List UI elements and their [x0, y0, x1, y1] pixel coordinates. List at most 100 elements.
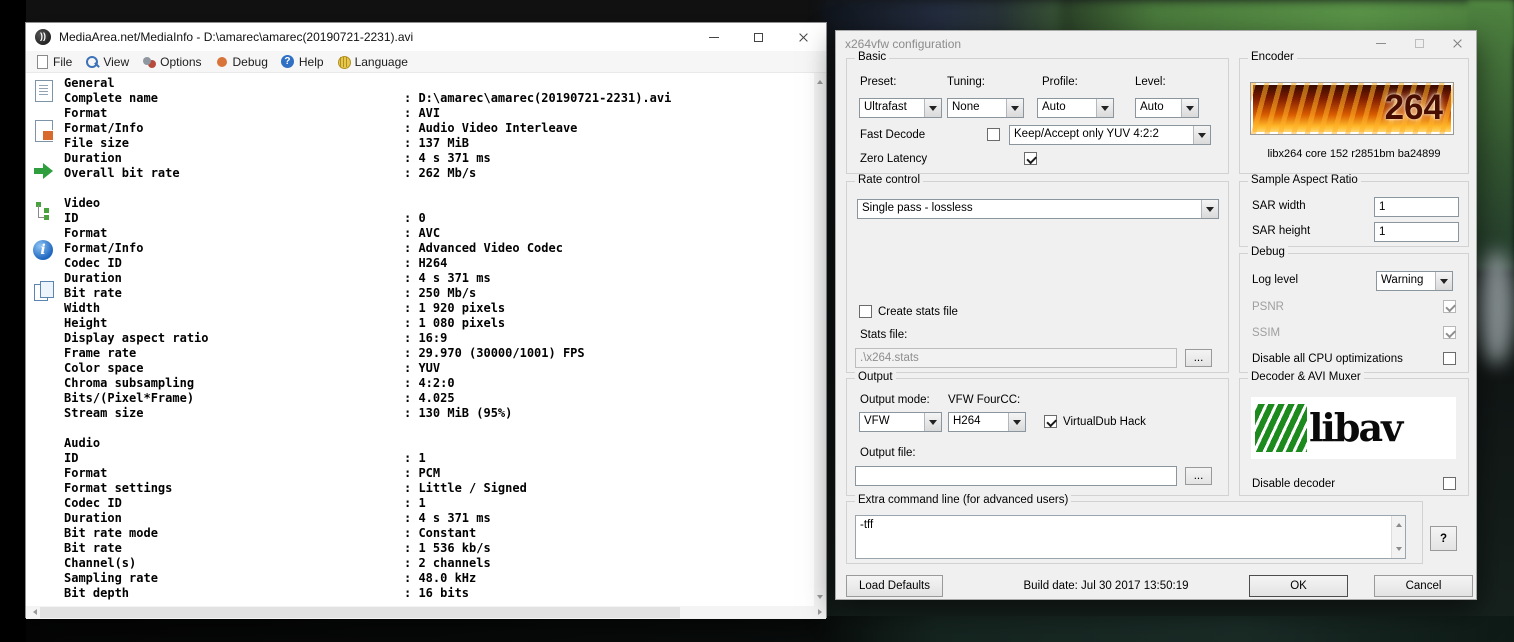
info-row: File size: 137 MiB — [64, 136, 826, 151]
output-file-label: Output file: — [860, 447, 916, 459]
load-defaults-button[interactable]: Load Defaults — [846, 575, 943, 597]
export-html-icon[interactable] — [32, 119, 56, 143]
debug-group-label: Debug — [1248, 246, 1288, 258]
fast-decode-checkbox[interactable] — [987, 128, 1000, 141]
x264-logo-text: 264 — [1384, 88, 1443, 127]
info-row-value: : YUV — [404, 361, 441, 375]
info-row-value: : Little / Signed — [404, 481, 527, 495]
info-row-label — [64, 421, 404, 436]
chevron-down-icon[interactable] — [1181, 99, 1198, 117]
chevron-down-icon[interactable] — [1435, 272, 1452, 290]
horizontal-scrollbar[interactable] — [26, 606, 826, 619]
info-row-label: Bit rate — [64, 286, 122, 300]
chevron-down-icon[interactable] — [1008, 413, 1025, 431]
info-row-label: Display aspect ratio — [64, 331, 209, 345]
close-button[interactable] — [1438, 31, 1476, 56]
yuv-dropdown[interactable]: Keep/Accept only YUV 4:2:2 — [1009, 125, 1211, 145]
maximize-button[interactable] — [1400, 31, 1438, 56]
minimize-button[interactable] — [691, 23, 736, 51]
info-row-value: : 1 080 pixels — [404, 316, 506, 330]
info-row — [64, 181, 826, 196]
extra-command-group: Extra command line (for advanced users) … — [846, 494, 1423, 564]
maximize-button[interactable] — [736, 23, 781, 51]
menu-file[interactable]: File — [31, 51, 81, 72]
level-dropdown[interactable]: Auto — [1135, 98, 1199, 118]
scroll-left-icon[interactable] — [26, 606, 40, 619]
textarea-scrollbar[interactable] — [1391, 516, 1405, 558]
chevron-down-icon[interactable] — [924, 413, 941, 431]
create-stats-checkbox[interactable] — [859, 305, 872, 318]
info-row: Bit rate : 1 536 kb/s — [64, 541, 826, 556]
cancel-button[interactable]: Cancel — [1374, 575, 1473, 597]
scrollbar-thumb[interactable] — [40, 607, 680, 618]
info-icon[interactable] — [32, 239, 56, 263]
info-row-label: ID — [64, 451, 79, 465]
menu-options[interactable]: Options — [138, 51, 210, 72]
info-row-label: Bit rate — [64, 541, 122, 555]
close-button[interactable] — [781, 23, 826, 51]
info-row-label: Codec ID — [64, 496, 122, 510]
extra-command-input[interactable]: -tff — [855, 515, 1406, 559]
info-row: Frame rate: 29.970 (30000/1001) FPS — [64, 346, 826, 361]
info-row-value: : 4 s 371 ms — [404, 511, 491, 525]
extra-command-group-label: Extra command line (for advanced users) — [855, 494, 1072, 506]
compare-icon[interactable] — [32, 279, 56, 303]
menu-label: View — [103, 54, 130, 69]
menu-language[interactable]: Language — [333, 51, 417, 72]
output-file-input[interactable] — [855, 466, 1177, 486]
cpu-optimizations-checkbox[interactable] — [1443, 352, 1456, 365]
sar-width-input[interactable] — [1374, 197, 1459, 217]
output-mode-dropdown[interactable]: VFW — [859, 412, 942, 432]
info-row: Bits/(Pixel*Frame): 4.025 — [64, 391, 826, 406]
preset-dropdown[interactable]: Ultrafast — [859, 98, 942, 118]
log-level-label: Log level — [1252, 274, 1299, 286]
output-file-browse-button[interactable]: ... — [1185, 467, 1212, 485]
info-row: Complete name: D:\amarec\amarec(20190721… — [64, 91, 826, 106]
minimize-button[interactable] — [1362, 31, 1400, 56]
menu-debug[interactable]: Debug — [211, 51, 277, 72]
info-row-label: Bits/(Pixel*Frame) — [64, 391, 195, 405]
yuv-value: Keep/Accept only YUV 4:2:2 — [1014, 128, 1159, 140]
info-row-value: : AVC — [404, 226, 441, 240]
tree-view-icon[interactable] — [32, 199, 56, 223]
chevron-down-icon[interactable] — [1006, 99, 1023, 117]
info-row-value: : 1 536 kb/s — [404, 541, 491, 555]
info-row-label: Format — [64, 106, 108, 120]
info-row: Format: AVC — [64, 226, 826, 241]
stats-file-input[interactable] — [855, 348, 1177, 368]
tuning-value: None — [952, 101, 980, 113]
menu-label: Debug — [232, 54, 268, 69]
goto-icon[interactable] — [32, 159, 56, 183]
zero-latency-checkbox[interactable] — [1024, 152, 1037, 165]
sar-height-input[interactable] — [1374, 222, 1459, 242]
info-row-label: Format/Info — [64, 241, 144, 255]
chevron-down-icon[interactable] — [1193, 126, 1210, 144]
info-row-value — [404, 196, 826, 211]
vertical-scrollbar[interactable] — [814, 73, 826, 606]
x264-logo: 264 — [1250, 82, 1454, 135]
tuning-dropdown[interactable]: None — [947, 98, 1024, 118]
log-level-dropdown[interactable]: Warning — [1376, 271, 1453, 291]
log-level-value: Warning — [1381, 274, 1424, 286]
chevron-down-icon[interactable] — [1096, 99, 1113, 117]
menu-help[interactable]: Help — [277, 51, 333, 72]
virtualdub-hack-checkbox[interactable] — [1044, 415, 1057, 428]
fourcc-dropdown[interactable]: H264 — [948, 412, 1026, 432]
help-button[interactable]: ? — [1430, 526, 1457, 551]
ok-button[interactable]: OK — [1249, 575, 1348, 597]
stats-file-browse-button[interactable]: ... — [1185, 349, 1212, 367]
profile-dropdown[interactable]: Auto — [1037, 98, 1114, 118]
info-row-value: : Constant — [404, 526, 477, 540]
chevron-down-icon[interactable] — [1201, 200, 1218, 218]
info-row-value: : 4:2:0 — [404, 376, 455, 390]
info-row: Audio — [64, 436, 826, 451]
rate-control-dropdown[interactable]: Single pass - lossless — [857, 199, 1219, 219]
export-text-icon[interactable] — [32, 79, 56, 103]
maximize-icon — [754, 32, 763, 42]
chevron-down-icon[interactable] — [924, 99, 941, 117]
scroll-right-icon[interactable] — [812, 606, 826, 619]
disable-decoder-checkbox[interactable] — [1443, 477, 1456, 490]
menu-view[interactable]: View — [81, 51, 138, 72]
encoder-group-label: Encoder — [1248, 51, 1297, 63]
build-date-label: Build date: Jul 30 2017 13:50:19 — [1023, 580, 1189, 592]
